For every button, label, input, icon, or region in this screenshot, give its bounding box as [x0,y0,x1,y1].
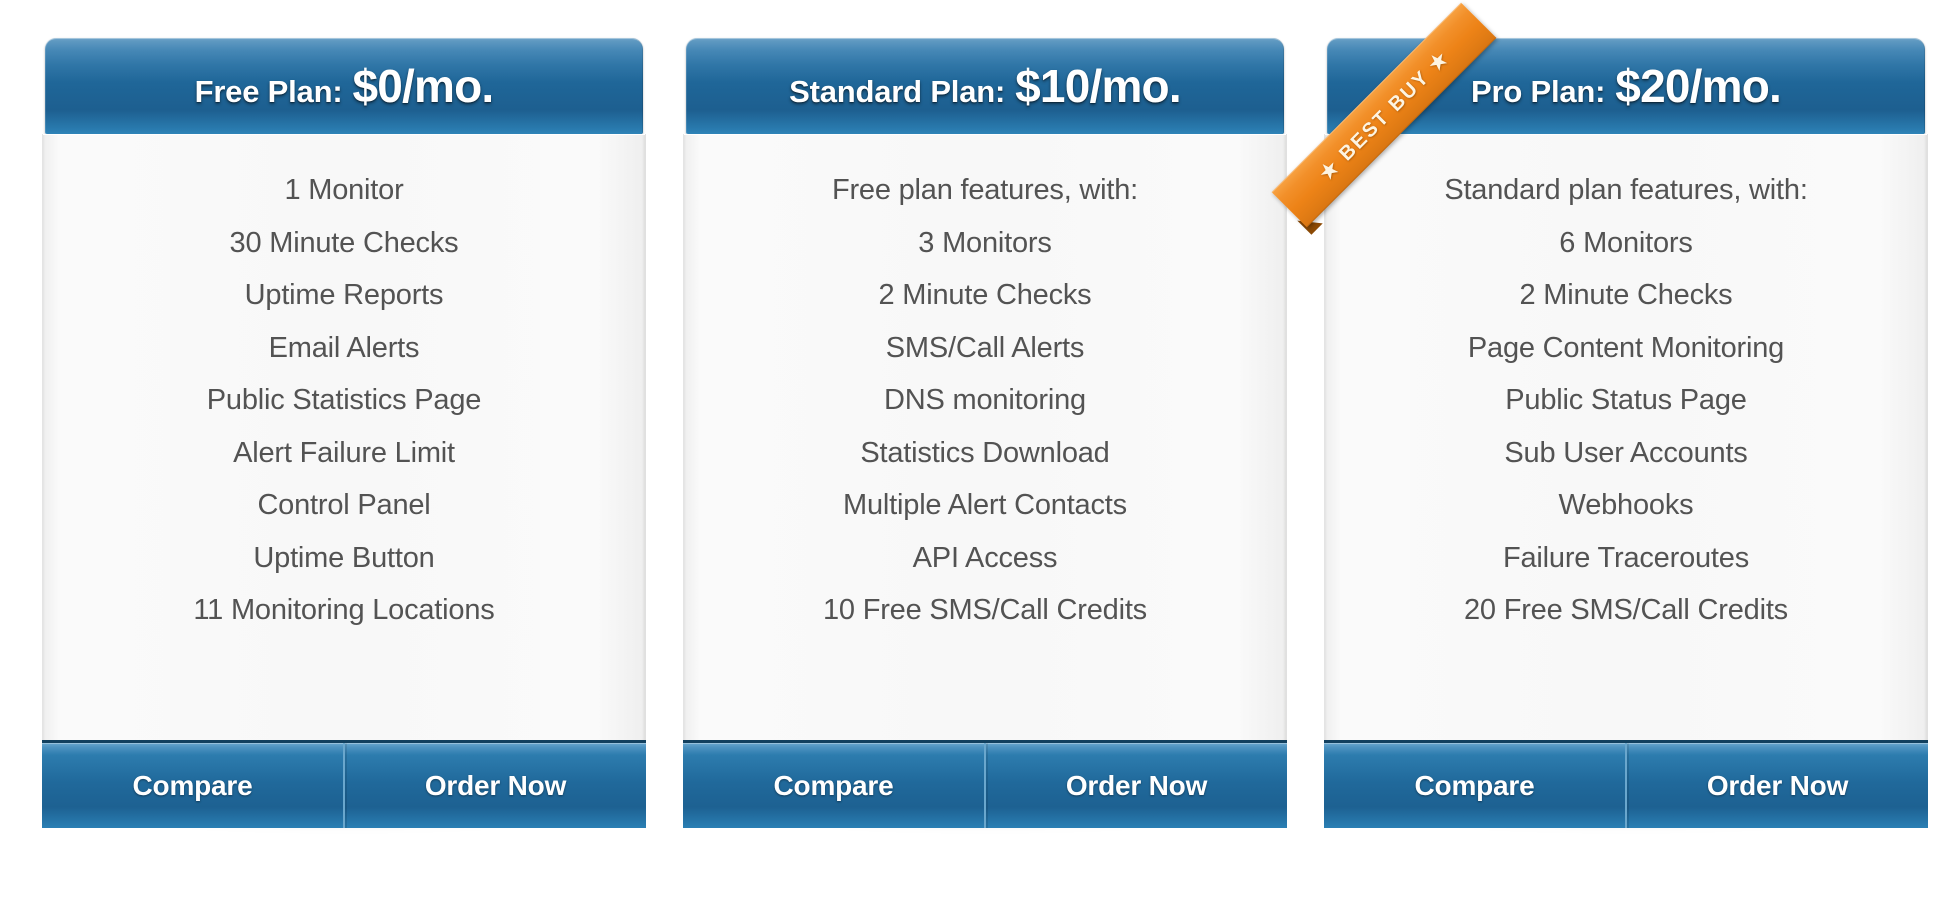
pricing-table: Free Plan: $0/mo. 1 Monitor 30 Minute Ch… [0,0,1958,916]
plan-body-pro: Standard plan features, with: 6 Monitors… [1324,134,1928,740]
feature-item: Email Alerts [268,331,420,364]
ribbon-fold-icon [1297,209,1323,235]
feature-item: Webhooks [1558,489,1694,521]
feature-item: API Access [912,541,1058,574]
feature-item: 20 Free SMS/Call Credits [1464,594,1788,626]
feature-item: 11 Monitoring Locations [193,594,495,626]
feature-item: DNS monitoring [884,384,1086,416]
feature-item: 30 Minute Checks [229,226,459,259]
feature-item: Free plan features, with: [831,174,1139,206]
compare-button[interactable]: Compare [42,743,343,828]
plan-price: $20/mo. [1615,60,1782,112]
plan-body-free: 1 Monitor 30 Minute Checks Uptime Report… [42,134,646,740]
feature-item: Sub User Accounts [1504,436,1748,469]
plan-card-pro: Pro Plan: $20/mo. ★ BEST BUY ★ Standard … [1271,2,1928,850]
plan-price: $10/mo. [1015,60,1182,112]
feature-item: Page Content Monitoring [1467,331,1785,364]
feature-item: Control Panel [257,489,431,521]
feature-item: 1 Monitor [284,174,404,206]
feature-item: Standard plan features, with: [1444,174,1808,206]
compare-button[interactable]: Compare [1324,743,1625,828]
plan-header-standard: Standard Plan: $10/mo. [686,38,1284,134]
plan-header-pro: Pro Plan: $20/mo. [1327,38,1925,134]
plan-name: Standard Plan: [789,74,1006,109]
plan-name: Pro Plan: [1471,74,1606,109]
plan-name: Free Plan: [194,74,343,109]
card-inner: Standard Plan: $10/mo. Free plan feature… [683,38,1287,828]
feature-item: Failure Traceroutes [1502,541,1750,574]
plan-footer-standard: Compare Order Now [683,740,1287,828]
plan-header-text: Standard Plan: $10/mo. [789,59,1181,113]
plan-price: $0/mo. [352,60,494,112]
feature-item: 10 Free SMS/Call Credits [823,594,1147,626]
feature-item: Multiple Alert Contacts [843,489,1127,521]
feature-item: 3 Monitors [918,226,1052,259]
compare-button[interactable]: Compare [683,743,984,828]
feature-list: Free plan features, with: 3 Monitors 2 M… [684,164,1286,637]
plan-footer-free: Compare Order Now [42,740,646,828]
feature-item: Uptime Reports [244,279,444,311]
order-now-button[interactable]: Order Now [1625,743,1928,828]
feature-item: Public Statistics Page [206,384,482,416]
order-now-button[interactable]: Order Now [984,743,1287,828]
feature-item: SMS/Call Alerts [885,331,1085,364]
plan-header-free: Free Plan: $0/mo. [45,38,643,134]
feature-item: Public Status Page [1505,384,1747,416]
feature-item: Statistics Download [860,436,1110,469]
plan-footer-pro: Compare Order Now [1324,740,1928,828]
plan-header-text: Free Plan: $0/mo. [194,59,495,113]
card-inner: Pro Plan: $20/mo. ★ BEST BUY ★ Standard … [1271,2,1928,828]
feature-item: 6 Monitors [1559,226,1693,259]
order-now-button[interactable]: Order Now [343,743,646,828]
feature-item: Uptime Button [253,541,435,574]
feature-list: Standard plan features, with: 6 Monitors… [1325,164,1927,637]
plan-header-text: Pro Plan: $20/mo. [1471,59,1782,113]
feature-list: 1 Monitor 30 Minute Checks Uptime Report… [43,164,645,637]
feature-item: Alert Failure Limit [233,436,455,469]
feature-item: 2 Minute Checks [878,279,1092,311]
feature-item: 2 Minute Checks [1519,279,1733,311]
plan-body-standard: Free plan features, with: 3 Monitors 2 M… [683,134,1287,740]
plan-card-standard: Standard Plan: $10/mo. Free plan feature… [683,38,1287,850]
card-inner: Free Plan: $0/mo. 1 Monitor 30 Minute Ch… [42,38,646,828]
plan-card-free: Free Plan: $0/mo. 1 Monitor 30 Minute Ch… [42,38,646,850]
